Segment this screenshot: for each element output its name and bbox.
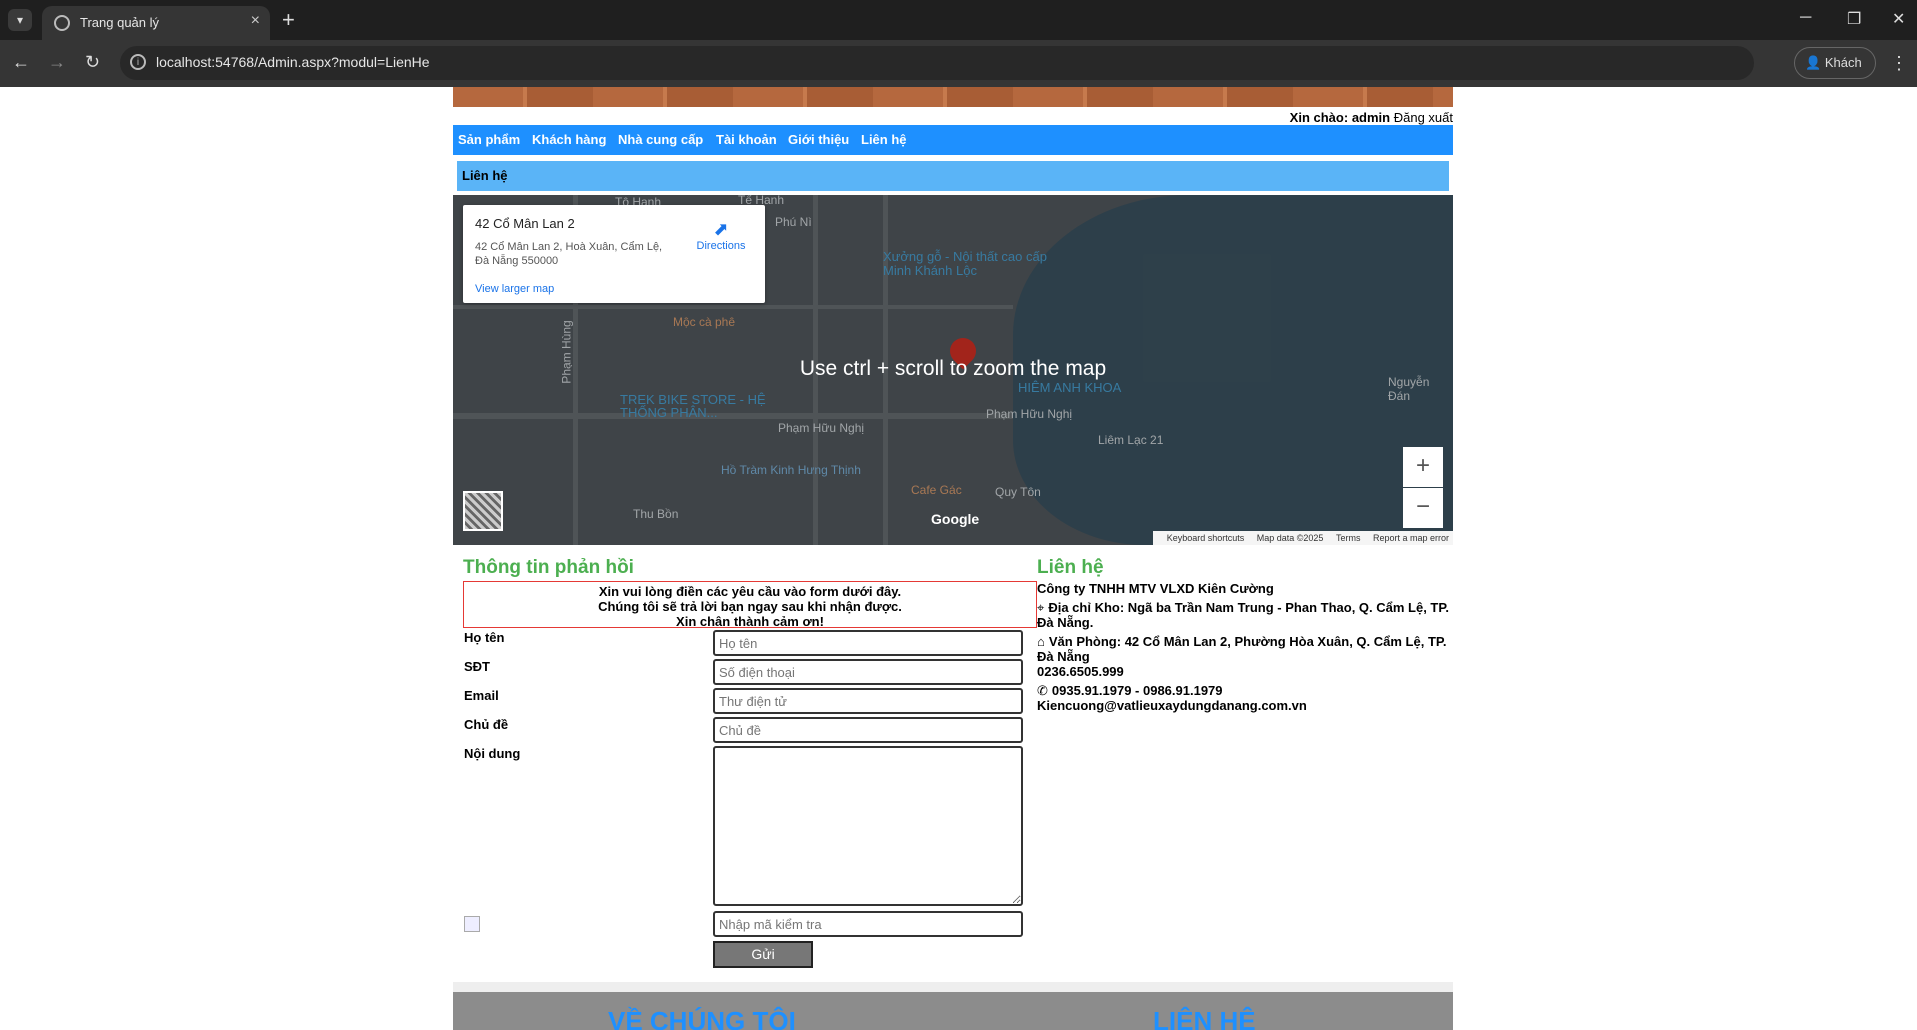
page-footer: VỀ CHÚNG TÔI LIÊN HỆ [453, 992, 1453, 1030]
contact-email: Kiencuong@vatlieuxaydungdanang.com.vn [1037, 698, 1307, 713]
menu-item-accounts[interactable]: Tài khoản [716, 132, 777, 147]
name-input[interactable] [713, 630, 1023, 656]
profile-label: Khách [1824, 55, 1862, 70]
person-icon: 👤 [1805, 55, 1822, 70]
keyboard-shortcuts-link[interactable]: Keyboard shortcuts [1167, 533, 1245, 543]
location-icon: ⌖ [1037, 600, 1045, 615]
feedback-title: Thông tin phản hồi [463, 557, 634, 578]
captcha-input[interactable] [713, 911, 1023, 937]
section-divider [453, 982, 1453, 992]
admin-page: Xin chào: admin Đăng xuất Sản phẩm Khách… [453, 87, 1453, 1030]
menu-kebab-icon[interactable]: ⋮ [1890, 53, 1908, 74]
directions-icon: ⬈ [713, 219, 729, 239]
view-larger-map-link[interactable]: View larger map [475, 283, 554, 295]
address-bar[interactable]: i localhost:54768/Admin.aspx?modul=LienH… [120, 46, 1754, 80]
minimize-icon[interactable]: ─ [1800, 9, 1811, 27]
menu-item-contact[interactable]: Liên hệ [861, 132, 907, 147]
new-tab-button[interactable]: + [282, 7, 295, 33]
warehouse-address: ⌖ Địa chỉ Kho: Ngã ba Trần Nam Trung - Ph… [1037, 600, 1453, 630]
notice-line: Xin vui lòng điền các yêu cầu vào form d… [598, 584, 902, 599]
profile-button[interactable]: 👤 Khách [1794, 47, 1876, 79]
site-info-icon[interactable]: i [130, 54, 146, 70]
contact-title: Liên hệ [1037, 557, 1104, 578]
menu-item-products[interactable]: Sản phẩm [458, 132, 520, 147]
breadcrumb-label: Liên hệ [462, 168, 508, 183]
name-label: Họ tên [464, 630, 505, 645]
greeting: Xin chào: admin Đăng xuất [1290, 110, 1453, 125]
directions-button[interactable]: ⬈ Directions [691, 219, 751, 252]
terms-link[interactable]: Terms [1336, 533, 1361, 543]
mobile-phones: ✆ 0935.91.1979 - 0986.91.1979 [1037, 683, 1453, 698]
main-menu: Sản phẩm Khách hàng Nhà cung cấp Tài kho… [453, 125, 1453, 155]
warehouse-text: Địa chỉ Kho: Ngã ba Trần Nam Trung - Pha… [1037, 600, 1449, 630]
email-input[interactable] [713, 688, 1023, 714]
tab-title: Trang quản lý [80, 15, 160, 30]
phone-label: SĐT [464, 659, 490, 674]
map-layer-thumbnail[interactable] [463, 491, 503, 531]
map-info-card: 42 Cổ Mân Lan 2 42 Cổ Mân Lan 2, Hoà Xuâ… [463, 205, 765, 303]
company-name: Công ty TNHH MTV VLXD Kiên Cường [1037, 581, 1274, 596]
phone-icon: ✆ [1037, 683, 1048, 698]
embedded-map[interactable]: Tô Hạnh Tế Hanh Phú Nì Mộc cà phê Phạm H… [453, 195, 1453, 545]
footer-contact-heading: LIÊN HỆ [1153, 1006, 1256, 1030]
notice-line: Xin chân thành cảm ơn! [676, 614, 824, 629]
browser-toolbar: ← → ↻ i localhost:54768/Admin.aspx?modul… [0, 40, 1917, 87]
google-logo: Google [931, 511, 980, 527]
map-data-text: Map data ©2025 [1256, 533, 1324, 543]
submit-button[interactable]: Gửi [713, 941, 813, 968]
username: admin [1351, 110, 1391, 125]
header-banner [453, 87, 1453, 107]
zoom-out-button[interactable]: − [1403, 488, 1443, 528]
menu-item-customers[interactable]: Khách hàng [532, 132, 606, 147]
place-name: 42 Cổ Mân Lan 2 [475, 216, 575, 231]
place-address: 42 Cổ Mân Lan 2, Hoà Xuân, Cẩm Lệ, Đà Nẵ… [475, 241, 663, 267]
browser-tab[interactable]: Trang quản lý × [42, 6, 270, 40]
logout-link[interactable]: Đăng xuất [1394, 110, 1453, 125]
footer-about-heading: VỀ CHÚNG TÔI [608, 1006, 796, 1030]
captcha-image [464, 916, 480, 932]
close-window-icon[interactable]: ✕ [1892, 9, 1905, 29]
greeting-prefix: Xin chào: [1289, 110, 1349, 125]
url-text: localhost:54768/Admin.aspx?modul=LienHe [156, 54, 430, 70]
office-text: Văn Phòng: 42 Cổ Mân Lan 2, Phường Hòa X… [1037, 634, 1447, 664]
phone-input[interactable] [713, 659, 1023, 685]
content-label: Nội dung [464, 746, 521, 761]
contact-info: Công ty TNHH MTV VLXD Kiên Cường ⌖ Địa ch… [1037, 581, 1453, 713]
restore-icon[interactable]: ❐ [1847, 9, 1861, 29]
subject-input[interactable] [713, 717, 1023, 743]
notice-line: Chúng tôi sẽ trả lời bạn ngay sau khi nh… [598, 599, 902, 614]
office-phone: 0236.6505.999 [1037, 664, 1124, 679]
email-label: Email [464, 688, 499, 703]
reload-icon[interactable]: ↻ [85, 52, 100, 73]
close-tab-icon[interactable]: × [251, 12, 260, 30]
menu-item-suppliers[interactable]: Nhà cung cấp [618, 132, 703, 147]
office-address: ⌂ Văn Phòng: 42 Cổ Mân Lan 2, Phường Hòa … [1037, 634, 1453, 664]
breadcrumb: Liên hệ [457, 161, 1449, 191]
content-textarea[interactable] [713, 746, 1023, 906]
office-icon: ⌂ [1037, 634, 1045, 649]
directions-label: Directions [696, 240, 746, 252]
back-icon[interactable]: ← [12, 52, 30, 73]
feedback-notice: Xin vui lòng điền các yêu cầu vào form d… [463, 581, 1037, 629]
map-footer: Keyboard shortcuts Map data ©2025 Terms … [1152, 531, 1453, 545]
mobiles-text: 0935.91.1979 - 0986.91.1979 [1051, 683, 1223, 698]
zoom-in-button[interactable]: + [1403, 447, 1443, 487]
globe-icon [54, 15, 70, 31]
report-error-link[interactable]: Report a map error [1373, 533, 1449, 543]
subject-label: Chủ đề [464, 717, 509, 732]
map-zoom-hint: Use ctrl + scroll to zoom the map [799, 357, 1107, 380]
menu-item-about[interactable]: Giới thiệu [788, 132, 849, 147]
forward-icon[interactable]: → [48, 52, 66, 73]
browser-tab-bar: ▾ Trang quản lý × + ─ ❐ ✕ [0, 0, 1917, 40]
tab-search-button[interactable]: ▾ [8, 9, 32, 31]
